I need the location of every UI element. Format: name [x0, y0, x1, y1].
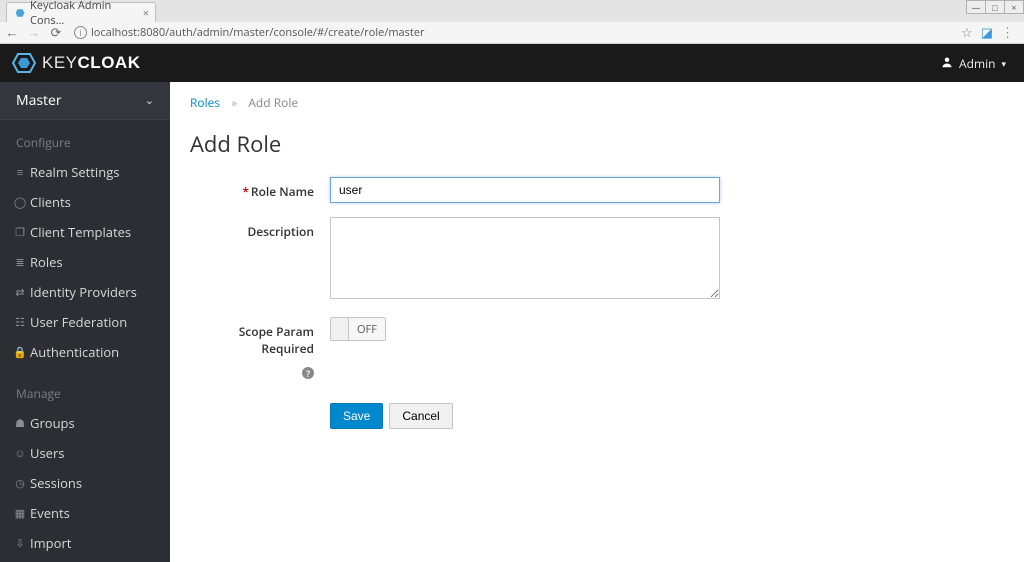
sidebar-item-users[interactable]: ☺ Users — [0, 438, 170, 468]
role-name-input[interactable] — [330, 177, 720, 203]
sidebar-item-label: Clients — [30, 193, 71, 211]
toggle-knob — [331, 318, 349, 340]
label-role-name: *Role Name — [190, 177, 330, 200]
breadcrumb: Roles » Add Role — [190, 94, 1004, 111]
chevron-down-icon: ▾ — [1001, 57, 1006, 70]
circle-icon: ◯ — [14, 196, 26, 208]
sidebar-item-user-federation[interactable]: ☷ User Federation — [0, 307, 170, 337]
tab-strip: Keycloak Admin Cons… × — □ × — [0, 0, 1024, 22]
sliders-icon: ≡ — [14, 166, 26, 178]
chevron-down-icon: ⌄ — [145, 93, 154, 108]
sidebar-item-label: Authentication — [30, 343, 119, 361]
label-text: Role Name — [251, 183, 314, 200]
sidebar-item-label: User Federation — [30, 313, 127, 331]
browser-tab[interactable]: Keycloak Admin Cons… × — [6, 2, 156, 22]
sidebar-item-label: Events — [30, 504, 70, 522]
user-icon — [941, 55, 953, 72]
sidebar-item-authentication[interactable]: 🔒 Authentication — [0, 337, 170, 367]
window-controls: — □ × — [967, 0, 1024, 14]
sidebar-item-label: Groups — [30, 414, 75, 432]
window-close[interactable]: × — [1004, 0, 1024, 14]
lock-icon: 🔒 — [14, 346, 26, 358]
realm-selector[interactable]: Master ⌄ — [0, 82, 170, 120]
sidebar-section-manage: Manage — [0, 379, 170, 408]
brand-bold: CLOAK — [78, 53, 141, 72]
user-menu[interactable]: Admin ▾ — [941, 55, 1006, 72]
star-icon[interactable]: ☆ — [961, 23, 973, 41]
user-label: Admin — [959, 55, 995, 72]
sidebar-item-events[interactable]: ▦ Events — [0, 498, 170, 528]
browser-chrome: Keycloak Admin Cons… × — □ × ← → ⟳ i loc… — [0, 0, 1024, 44]
url-text: localhost:8080/auth/admin/master/console… — [91, 25, 425, 40]
description-textarea[interactable] — [330, 217, 720, 299]
brand-thin: KEY — [42, 53, 78, 72]
page-title: Add Role — [190, 129, 1004, 159]
realm-name: Master — [16, 91, 62, 110]
label-scope-param: Scope Param Required ? — [190, 317, 330, 379]
sidebar-item-realm-settings[interactable]: ≡ Realm Settings — [0, 157, 170, 187]
extension-icon[interactable]: ◪ — [981, 23, 993, 41]
nav-back-icon[interactable]: ← — [4, 24, 20, 40]
breadcrumb-roles-link[interactable]: Roles — [190, 94, 220, 111]
sidebar-item-label: Identity Providers — [30, 283, 137, 301]
sidebar: Master ⌄ Configure ≡ Realm Settings ◯ Clie… — [0, 82, 170, 562]
sidebar-item-label: Sessions — [30, 474, 82, 492]
label-description: Description — [190, 217, 330, 240]
sidebar-item-client-templates[interactable]: ❐ Client Templates — [0, 217, 170, 247]
sidebar-item-groups[interactable]: ☗ Groups — [0, 408, 170, 438]
nav-forward-icon[interactable]: → — [26, 24, 42, 40]
window-maximize[interactable]: □ — [985, 0, 1005, 14]
sidebar-item-clients[interactable]: ◯ Clients — [0, 187, 170, 217]
users-icon: ☗ — [14, 417, 26, 429]
address-row: ← → ⟳ i localhost:8080/auth/admin/master… — [0, 22, 1024, 44]
window-minimize[interactable]: — — [966, 0, 986, 14]
scope-param-toggle[interactable]: OFF — [330, 317, 386, 341]
main-content: Roles » Add Role Add Role *Role Name Des… — [170, 82, 1024, 562]
calendar-icon: ▦ — [14, 507, 26, 519]
help-icon[interactable]: ? — [302, 367, 314, 379]
brand-logo[interactable]: KEYCLOAK — [12, 51, 140, 75]
cancel-button[interactable]: Cancel — [389, 403, 452, 429]
toggle-state: OFF — [349, 318, 385, 340]
sidebar-item-roles[interactable]: ≣ Roles — [0, 247, 170, 277]
exchange-icon: ⇄ — [14, 286, 26, 298]
import-icon: ⇩ — [14, 537, 26, 549]
clock-icon: ◷ — [14, 477, 26, 489]
tab-title: Keycloak Admin Cons… — [30, 0, 129, 28]
user-icon: ☺ — [14, 447, 26, 459]
label-text: Scope Param Required — [239, 323, 314, 357]
save-button[interactable]: Save — [330, 403, 383, 429]
breadcrumb-separator: » — [231, 94, 237, 111]
sidebar-item-label: Client Templates — [30, 223, 131, 241]
sidebar-item-label: Realm Settings — [30, 163, 119, 181]
sidebar-item-label: Users — [30, 444, 64, 462]
list-icon: ≣ — [14, 256, 26, 268]
required-asterisk: * — [242, 183, 249, 200]
sidebar-section-configure: Configure — [0, 128, 170, 157]
clone-icon: ❐ — [14, 226, 26, 238]
sidebar-item-label: Roles — [30, 253, 63, 271]
app-header: KEYCLOAK Admin ▾ — [0, 44, 1024, 82]
sidebar-item-label: Import — [30, 534, 71, 552]
sidebar-item-identity-providers[interactable]: ⇄ Identity Providers — [0, 277, 170, 307]
database-icon: ☷ — [14, 316, 26, 328]
close-icon[interactable]: × — [143, 6, 149, 21]
keycloak-favicon — [15, 7, 25, 19]
address-bar[interactable]: i localhost:8080/auth/admin/master/conso… — [70, 23, 955, 41]
breadcrumb-current: Add Role — [248, 94, 298, 111]
brand-text: KEYCLOAK — [42, 53, 140, 73]
browser-menu-icon[interactable]: ⋮ — [1001, 23, 1014, 41]
keycloak-logo-icon — [12, 51, 36, 75]
sidebar-item-sessions[interactable]: ◷ Sessions — [0, 468, 170, 498]
sidebar-item-import[interactable]: ⇩ Import — [0, 528, 170, 558]
